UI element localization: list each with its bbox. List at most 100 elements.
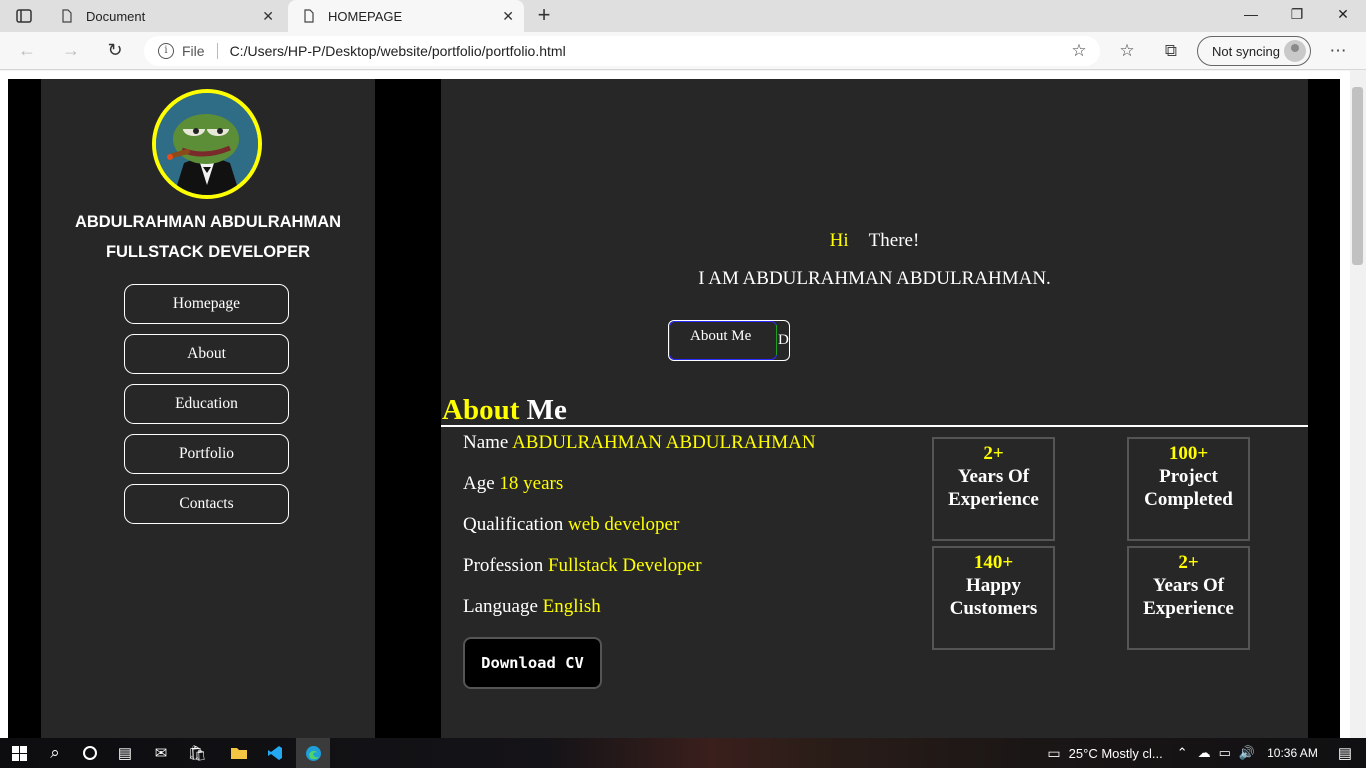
divider bbox=[441, 425, 1308, 427]
about-me-label: About Me bbox=[669, 321, 777, 360]
stat-label: Years Of bbox=[1152, 575, 1225, 596]
add-favorite-icon[interactable]: ☆ bbox=[1067, 40, 1091, 62]
stat-card: 2+ Years Of Experience bbox=[1127, 546, 1250, 650]
info-icon[interactable]: i bbox=[158, 43, 174, 59]
info-label: Qualification bbox=[463, 514, 564, 535]
nav-education[interactable]: Education bbox=[124, 384, 289, 424]
more-options-icon[interactable]: ⋯ bbox=[1326, 40, 1350, 62]
network-icon[interactable]: ☁ bbox=[1198, 745, 1211, 761]
stat-card: 140+ Happy Customers bbox=[932, 546, 1055, 650]
info-profession: Profession Fullstack Developer bbox=[463, 555, 702, 577]
vertical-scrollbar[interactable] bbox=[1350, 71, 1366, 738]
info-label: Age bbox=[463, 473, 495, 494]
greeting-hi: Hi bbox=[829, 230, 849, 251]
tab-document[interactable]: Document ✕ bbox=[46, 0, 284, 32]
page-icon bbox=[302, 9, 316, 23]
refresh-icon[interactable]: ↻ bbox=[104, 40, 126, 62]
info-value: web developer bbox=[568, 514, 680, 535]
info-label: Profession bbox=[463, 555, 544, 576]
close-window-icon[interactable]: ✕ bbox=[1333, 6, 1353, 23]
greeting-there: There! bbox=[868, 230, 920, 251]
intro-text: I AM ABDULRAHMAN ABDULRAHMAN. bbox=[698, 268, 1051, 289]
back-icon[interactable]: ← bbox=[16, 40, 38, 62]
info-value: 18 years bbox=[499, 473, 564, 494]
sidebar: ABDULRAHMAN ABDULRAHMAN FULLSTACK DEVELO… bbox=[41, 79, 375, 738]
about-me-button[interactable]: About Me D bbox=[668, 320, 790, 361]
about-me-extra: D bbox=[776, 325, 789, 355]
stat-label: Project bbox=[1159, 466, 1218, 487]
avatar bbox=[152, 89, 262, 199]
info-label: Name bbox=[463, 432, 509, 453]
info-value: Fullstack Developer bbox=[547, 555, 702, 576]
profile-name: ABDULRAHMAN ABDULRAHMAN bbox=[74, 213, 342, 231]
info-value: English bbox=[542, 596, 601, 617]
section-title-rest: Me bbox=[526, 394, 567, 426]
stat-label: Experience bbox=[1143, 598, 1234, 619]
system-tray: ▭ 25°C Mostly cl... ⌃ ☁ ▭ 🔊 10:36 AM ▤ bbox=[1047, 738, 1366, 768]
volume-icon[interactable]: 🔊 bbox=[1239, 745, 1255, 761]
minimize-icon[interactable]: — bbox=[1241, 6, 1261, 22]
forward-icon[interactable]: → bbox=[60, 40, 82, 62]
weather-icon[interactable]: ▭ bbox=[1047, 745, 1060, 762]
nav-homepage[interactable]: Homepage bbox=[124, 284, 289, 324]
search-icon[interactable]: ⌕ bbox=[40, 738, 70, 768]
address-bar[interactable]: i File C:/Users/HP-P/Desktop/website/por… bbox=[144, 36, 1100, 66]
info-label: Language bbox=[463, 596, 538, 617]
nav-contacts[interactable]: Contacts bbox=[124, 484, 289, 524]
store-icon[interactable]: 🛍 bbox=[182, 738, 212, 768]
main-content: Hi There! I AM ABDULRAHMAN ABDULRAHMAN. A… bbox=[441, 79, 1308, 738]
notifications-icon[interactable]: ▤ bbox=[1338, 744, 1352, 762]
profile-role: FULLSTACK DEVELOPER bbox=[105, 243, 311, 261]
section-title-highlight: About bbox=[442, 394, 520, 426]
info-qualification: Qualification web developer bbox=[463, 514, 679, 536]
sync-label: Not syncing bbox=[1212, 43, 1280, 59]
mail-icon[interactable]: ✉ bbox=[146, 738, 176, 768]
stat-label: Customers bbox=[949, 598, 1038, 619]
nav-about[interactable]: About bbox=[124, 334, 289, 374]
restore-icon[interactable]: ❐ bbox=[1287, 6, 1307, 23]
task-view-icon[interactable]: ▤ bbox=[110, 738, 140, 768]
stat-number: 100+ bbox=[1168, 443, 1209, 464]
info-value: ABDULRAHMAN ABDULRAHMAN bbox=[512, 432, 816, 453]
url-text[interactable]: C:/Users/HP-P/Desktop/website/portfolio/… bbox=[230, 43, 566, 59]
file-explorer-icon[interactable] bbox=[224, 738, 254, 768]
greeting: Hi There! bbox=[441, 230, 1308, 252]
divider bbox=[216, 43, 218, 59]
sync-button[interactable]: Not syncing bbox=[1197, 36, 1311, 66]
favorites-icon[interactable]: ☆ bbox=[1115, 40, 1139, 62]
stat-card: 2+ Years Of Experience bbox=[932, 437, 1055, 541]
close-tab-icon[interactable]: ✕ bbox=[502, 8, 514, 25]
tab-homepage[interactable]: HOMEPAGE ✕ bbox=[288, 0, 524, 32]
tab-title: HOMEPAGE bbox=[328, 8, 403, 24]
page-body: ABDULRAHMAN ABDULRAHMAN FULLSTACK DEVELO… bbox=[8, 79, 1340, 738]
edge-icon[interactable] bbox=[296, 738, 330, 768]
info-name: Name ABDULRAHMAN ABDULRAHMAN bbox=[463, 432, 816, 454]
cortana-icon[interactable] bbox=[75, 738, 105, 768]
address-toolbar: ← → ↻ i File C:/Users/HP-P/Desktop/websi… bbox=[0, 32, 1366, 70]
windows-start-icon[interactable] bbox=[4, 738, 34, 768]
info-age: Age 18 years bbox=[463, 473, 563, 495]
chevron-up-icon[interactable]: ⌃ bbox=[1177, 745, 1188, 761]
stat-label: Happy bbox=[966, 575, 1021, 596]
tab-actions-icon[interactable] bbox=[8, 6, 40, 26]
weather-text[interactable]: 25°C Mostly cl... bbox=[1069, 746, 1163, 761]
stat-card: 100+ Project Completed bbox=[1127, 437, 1250, 541]
stat-number: 2+ bbox=[983, 443, 1004, 464]
close-tab-icon[interactable]: ✕ bbox=[262, 8, 274, 25]
battery-icon[interactable]: ▭ bbox=[1219, 745, 1231, 761]
stat-number: 2+ bbox=[1178, 552, 1199, 573]
stat-label: Years Of bbox=[957, 466, 1030, 487]
stat-label: Completed bbox=[1144, 489, 1233, 510]
stat-label: Experience bbox=[948, 489, 1039, 510]
vscode-icon[interactable] bbox=[260, 738, 290, 768]
page-viewport: ABDULRAHMAN ABDULRAHMAN FULLSTACK DEVELO… bbox=[0, 71, 1366, 738]
tab-bar: Document ✕ HOMEPAGE ✕ + — ❐ ✕ bbox=[0, 0, 1366, 32]
nav-portfolio[interactable]: Portfolio bbox=[124, 434, 289, 474]
collections-icon[interactable]: ⧉ bbox=[1159, 40, 1183, 62]
scrollbar-thumb[interactable] bbox=[1352, 87, 1363, 265]
clock[interactable]: 10:36 AM bbox=[1267, 746, 1318, 760]
download-cv-button[interactable]: Download CV bbox=[463, 637, 602, 689]
section-title: About Me bbox=[442, 394, 567, 427]
tab-title: Document bbox=[86, 8, 146, 24]
new-tab-button[interactable]: + bbox=[532, 4, 556, 28]
